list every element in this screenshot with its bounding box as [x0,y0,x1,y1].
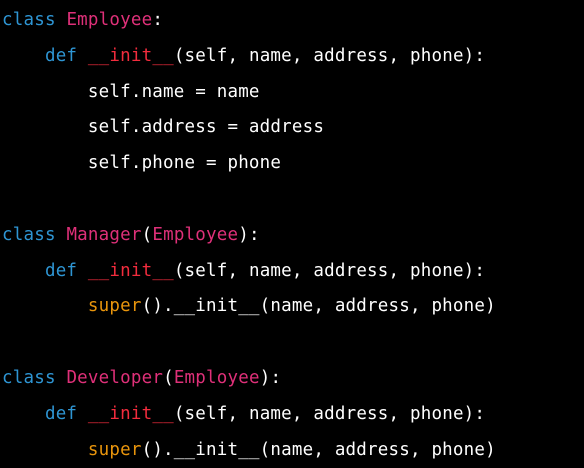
code-token-text: (self, name, address, phone): [173,260,486,281]
code-token-function: __init__ [87,403,174,424]
code-token-text: : [152,10,164,30]
code-token-text: ( [163,368,174,388]
code-token-text: ().__init__(name, address, phone) [141,439,496,460]
code-line: class Employee: [2,2,163,38]
code-token-text: ): [238,224,260,245]
code-line: def __init__(self, name, address, phone)… [2,38,485,74]
code-token-text: ( [141,224,153,245]
code-token-class-name: Employee [173,368,260,388]
code-line: super().__init__(name, address, phone) [2,288,496,324]
code-block: class Employee: def __init__(self, name,… [0,0,584,468]
code-token-text: (self, name, address, phone): [173,403,486,424]
code-token-builtin: super [87,439,142,460]
code-line: def __init__(self, name, address, phone)… [2,253,485,289]
code-token-text: ): [259,368,282,388]
code-token-keyword: def [44,403,78,424]
code-token-class-name: Employee [66,10,153,30]
code-token-text: ().__init__(name, address, phone) [141,296,496,317]
code-token-keyword: class [2,224,56,245]
code-token-text: self.address = address [2,117,325,138]
code-line: self.name = name [2,74,260,110]
code-token-class-name: Manager [66,224,142,245]
code-line: def __init__(self, name, address, phone)… [2,396,485,432]
code-line: class Developer(Employee): [2,360,281,396]
code-token-text: (self, name, address, phone): [173,45,486,66]
code-line: class Manager(Employee): [2,217,260,253]
code-line: self.address = address [2,109,324,145]
code-token-class-name: Employee [152,224,239,245]
code-token-keyword: class [2,368,56,388]
code-token-text: self.phone = phone [2,153,282,174]
code-token-keyword: def [44,260,78,281]
code-token-function: __init__ [87,45,174,66]
code-token-class-name: Developer [66,368,164,388]
code-token-keyword: def [44,45,78,66]
code-token-function: __init__ [87,260,174,281]
code-line: self.phone = phone [2,145,281,181]
code-token-keyword: class [2,10,56,30]
code-line: super().__init__(name, address, phone) [2,432,496,468]
code-token-builtin: super [87,296,142,317]
code-token-text: self.name = name [2,81,260,102]
